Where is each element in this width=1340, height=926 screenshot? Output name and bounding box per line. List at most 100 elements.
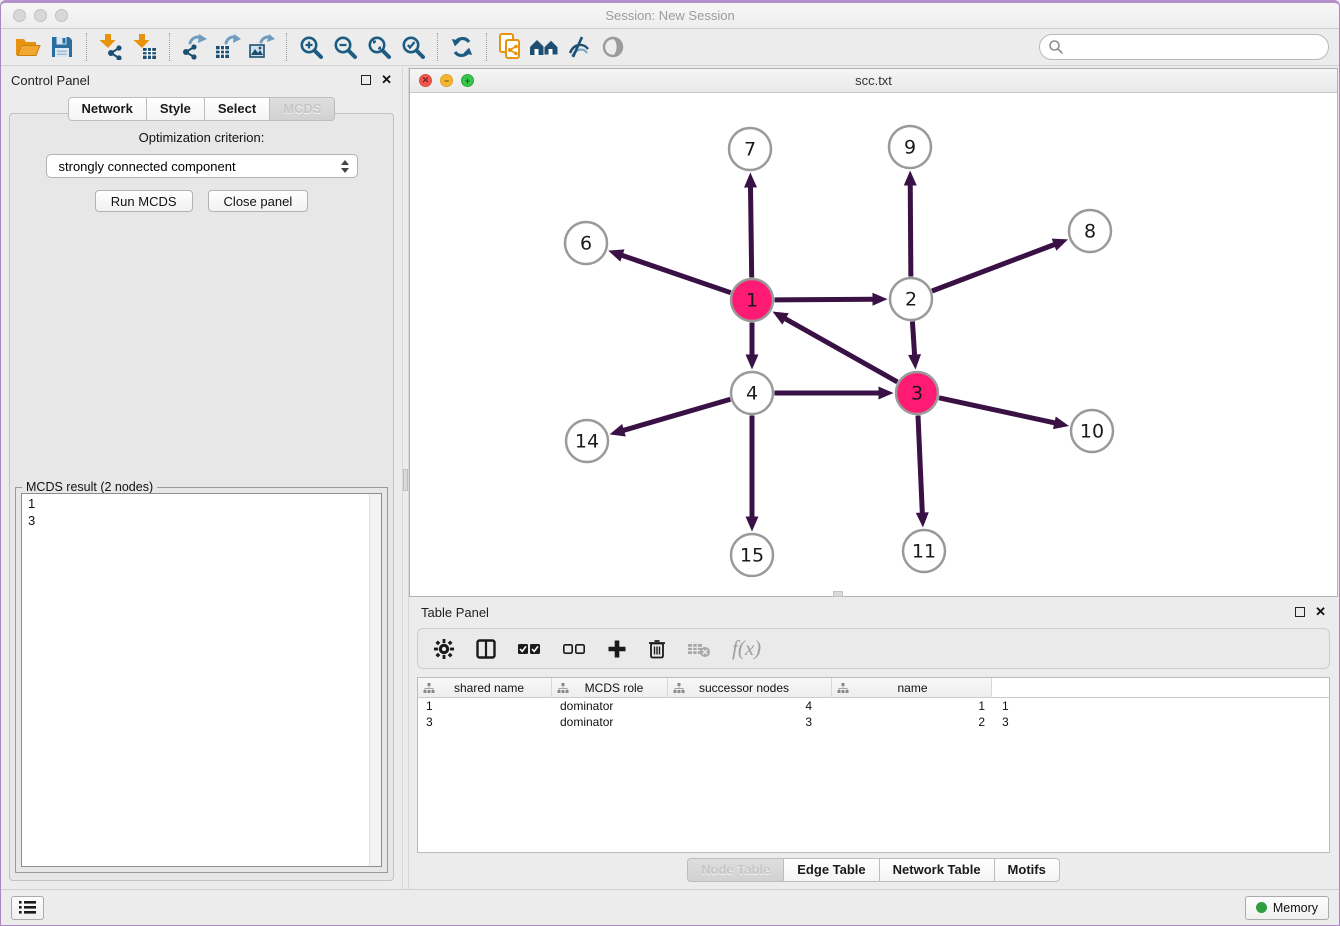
mcds-panel: Optimization criterion: strongly connect… — [9, 113, 394, 881]
close-panel-icon[interactable]: ✕ — [381, 75, 392, 85]
zoom-fit-icon — [367, 35, 392, 60]
clone-network-icon — [498, 33, 524, 61]
import-table-button[interactable] — [128, 32, 162, 62]
cell-mcds-role[interactable]: dominator — [552, 699, 668, 713]
save-disk-icon — [51, 36, 73, 58]
table-toolbar: f(x) — [417, 628, 1330, 669]
graph-edge-1-6[interactable] — [620, 255, 731, 293]
network-canvas[interactable]: 7968124314101511 — [410, 93, 1337, 596]
deselect-all-button[interactable] — [562, 636, 586, 662]
graph-edge-arrowhead — [746, 355, 759, 370]
graph-edge-2-8[interactable] — [932, 244, 1057, 291]
graph-node-label: 11 — [912, 541, 936, 563]
column-header-successor-nodes[interactable]: successor nodes — [668, 678, 832, 698]
column-header-shared-name[interactable]: shared name — [418, 678, 552, 698]
graph-edge-3-11[interactable] — [918, 415, 922, 515]
tab-network[interactable]: Network — [68, 97, 147, 121]
network-view-window: scc.txt ✕ − + 7968124314101511 — [409, 68, 1338, 597]
import-network-button[interactable] — [94, 32, 128, 62]
tab-edge-table[interactable]: Edge Table — [784, 858, 879, 882]
cell-successor-nodes[interactable]: 3 — [668, 715, 832, 729]
graph-edge-1-2[interactable] — [774, 299, 875, 300]
control-panel-tabs: Network Style Select MCDS — [1, 97, 402, 121]
optimization-criterion-select[interactable]: strongly connected component — [46, 154, 358, 178]
graph-node-label: 14 — [575, 431, 599, 453]
float-panel-icon[interactable] — [361, 75, 371, 85]
window-title: Session: New Session — [1, 8, 1339, 23]
tab-mcds[interactable]: MCDS — [270, 97, 335, 121]
show-graphics-details-button[interactable] — [596, 32, 630, 62]
cell-predecessor-nodes[interactable]: 1 — [832, 699, 992, 713]
optimization-criterion-value: strongly connected component — [59, 159, 341, 174]
export-network-button[interactable] — [177, 32, 211, 62]
zoom-in-button[interactable] — [294, 32, 328, 62]
table-row[interactable]: 1 dominator 4 1 1 — [418, 698, 1329, 714]
network-graph[interactable]: 7968124314101511 — [410, 93, 1337, 596]
gear-icon — [433, 638, 455, 660]
search-field[interactable] — [1039, 34, 1329, 60]
cell-mcds-role[interactable]: dominator — [552, 715, 668, 729]
graph-edge-1-7[interactable] — [750, 184, 751, 277]
table-settings-button[interactable] — [433, 636, 455, 662]
zoom-out-button[interactable] — [328, 32, 362, 62]
open-session-button[interactable] — [11, 32, 45, 62]
toolbar-separator — [286, 33, 287, 61]
clone-network-button[interactable] — [494, 32, 528, 62]
add-column-button[interactable] — [607, 636, 627, 662]
vertical-splitter[interactable] — [402, 67, 409, 889]
delete-column-button[interactable] — [648, 636, 666, 662]
window-titlebar: Session: New Session — [1, 3, 1339, 29]
split-columns-icon — [476, 639, 496, 659]
graph-edge-3-10[interactable] — [939, 398, 1057, 424]
toolbar-separator — [86, 33, 87, 61]
graph-edge-3-1[interactable] — [783, 317, 897, 382]
tab-network-table[interactable]: Network Table — [880, 858, 995, 882]
graph-edge-arrowhead — [744, 172, 757, 187]
horizontal-splitter-grip[interactable] — [833, 591, 843, 597]
search-input[interactable] — [1064, 40, 1320, 55]
show-task-history-button[interactable] — [11, 896, 44, 920]
float-table-panel-icon[interactable] — [1295, 607, 1305, 617]
close-table-panel-icon[interactable]: ✕ — [1315, 607, 1326, 617]
close-panel-button[interactable]: Close panel — [208, 190, 309, 212]
graph-edge-2-9[interactable] — [910, 182, 911, 276]
table-panel-header: Table Panel ✕ — [409, 599, 1338, 625]
cell-shared-name[interactable]: 3 — [418, 715, 552, 729]
cell-name[interactable]: 3 — [992, 715, 1077, 729]
delete-table-button[interactable] — [687, 636, 711, 662]
memory-button[interactable]: Memory — [1245, 896, 1329, 920]
export-image-button[interactable] — [245, 32, 279, 62]
export-table-button[interactable] — [211, 32, 245, 62]
tab-style[interactable]: Style — [147, 97, 205, 121]
table-tabs: Node Table Edge Table Network Table Moti… — [409, 858, 1338, 882]
apply-layout-button[interactable] — [445, 32, 479, 62]
run-mcds-button[interactable]: Run MCDS — [95, 190, 193, 212]
graph-edge-4-14[interactable] — [621, 399, 730, 431]
graph-edge-arrowhead — [916, 512, 929, 527]
tab-motifs[interactable]: Motifs — [995, 858, 1060, 882]
import-network-icon — [99, 34, 123, 60]
cell-name[interactable]: 1 — [992, 699, 1077, 713]
column-header-mcds-role[interactable]: MCDS role — [552, 678, 668, 698]
cell-successor-nodes[interactable]: 4 — [668, 699, 832, 713]
cell-predecessor-nodes[interactable]: 2 — [832, 715, 992, 729]
select-all-button[interactable] — [517, 636, 541, 662]
zoom-selected-button[interactable] — [396, 32, 430, 62]
toggle-panels-button[interactable] — [476, 636, 496, 662]
tab-node-table[interactable]: Node Table — [687, 858, 784, 882]
column-header-predecessor-nodes[interactable]: name — [832, 678, 992, 698]
tab-select[interactable]: Select — [205, 97, 270, 121]
hide-selected-button[interactable] — [562, 32, 596, 62]
cell-shared-name[interactable]: 1 — [418, 699, 552, 713]
splitter-grip[interactable] — [403, 469, 408, 491]
function-builder-button[interactable]: f(x) — [732, 636, 761, 662]
export-network-icon — [181, 34, 207, 60]
graph-edge-2-3[interactable] — [912, 321, 914, 357]
result-scrollbar[interactable] — [369, 494, 381, 866]
zoom-fit-button[interactable] — [362, 32, 396, 62]
save-session-button[interactable] — [45, 32, 79, 62]
first-neighbors-button[interactable] — [528, 32, 562, 62]
main-toolbar — [1, 29, 1339, 66]
table-row[interactable]: 3 dominator 3 2 3 — [418, 714, 1329, 730]
graph-node-label: 1 — [746, 290, 758, 312]
